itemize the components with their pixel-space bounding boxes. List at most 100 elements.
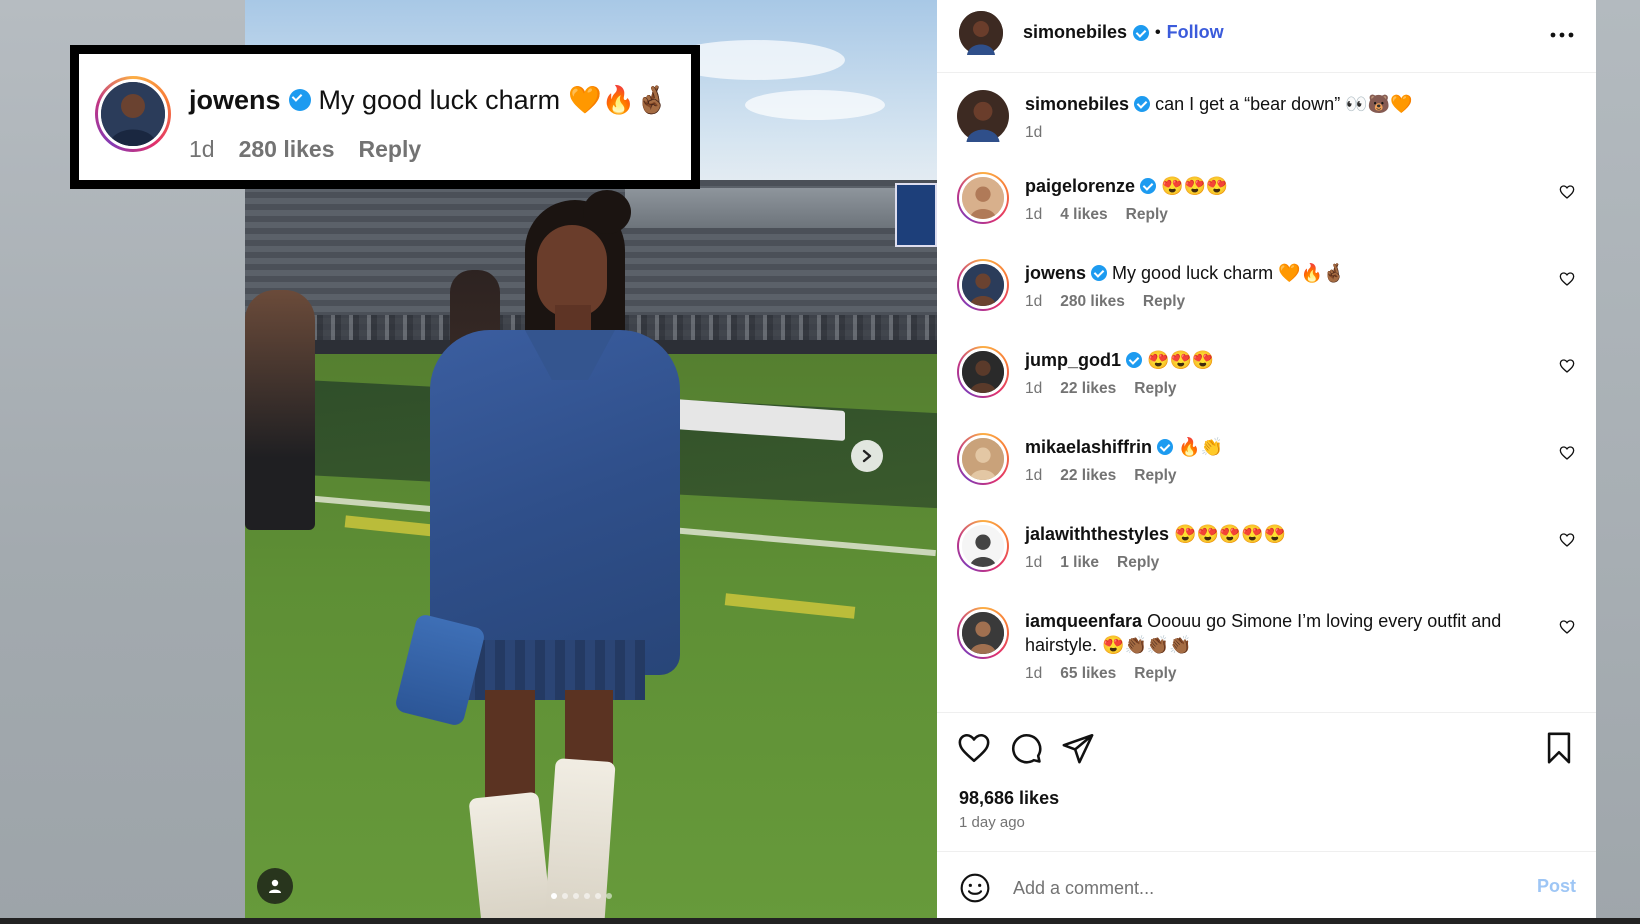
photo-subject-face: [537, 225, 607, 317]
caption-username[interactable]: simonebiles: [1025, 94, 1129, 114]
likes-count[interactable]: 98,686 likes: [959, 788, 1059, 809]
comment-like-button[interactable]: [1559, 271, 1575, 287]
comment-likes[interactable]: 1 like: [1060, 554, 1099, 572]
comment-reply-button[interactable]: Reply: [1134, 467, 1176, 485]
caption-text-block: simonebiles can I get a “bear down” 👀🐻🧡: [1025, 92, 1525, 116]
comment-username[interactable]: iamqueenfara: [1025, 611, 1142, 631]
bookmark-icon: [1547, 732, 1571, 764]
avatar-image: [98, 79, 168, 149]
emoji-icon: [960, 873, 990, 903]
comment-reply-button[interactable]: Reply: [1143, 293, 1185, 311]
avatar[interactable]: [957, 607, 1009, 659]
comment-time: 1d: [1025, 665, 1043, 682]
callout-meta: 1d 280 likes Reply: [189, 136, 421, 163]
avatar-image: [959, 522, 1007, 570]
post-comment-button[interactable]: Post: [1537, 876, 1576, 897]
callout-likes: 280 likes: [238, 136, 335, 162]
comment-text: 😍😍😍: [1147, 350, 1215, 370]
bottom-strip: [0, 918, 1640, 924]
comment-like-button[interactable]: [1559, 532, 1575, 548]
avatar[interactable]: [957, 172, 1009, 224]
avatar[interactable]: [957, 346, 1009, 398]
avatar[interactable]: [957, 520, 1009, 572]
person-avatar-icon: [962, 525, 1004, 567]
share-button[interactable]: [1061, 731, 1095, 765]
person-avatar-icon: [962, 612, 1004, 654]
next-slide-button[interactable]: [851, 440, 883, 472]
photo-subject-boot: [544, 758, 616, 924]
heart-icon: [1559, 446, 1575, 460]
comment-text-block: jump_god1 😍😍😍: [1025, 348, 1525, 372]
comment-username[interactable]: jowens: [1025, 263, 1086, 283]
comment-like-button[interactable]: [1559, 445, 1575, 461]
comment-like-button[interactable]: [1559, 184, 1575, 200]
share-icon: [1062, 733, 1094, 764]
highlighted-comment-callout: jowens My good luck charm 🧡🔥🤞🏾 1d 280 li…: [70, 45, 700, 189]
heart-icon: [1559, 620, 1575, 634]
comment-text-block: jowens My good luck charm 🧡🔥🤞🏾: [1025, 261, 1525, 285]
comment-time: 1d: [1025, 380, 1043, 397]
comment-time: 1d: [1025, 293, 1043, 310]
callout-comment-line: jowens My good luck charm 🧡🔥🤞🏾: [189, 84, 669, 116]
comment-username[interactable]: mikaelashiffrin: [1025, 437, 1152, 457]
comment-text: 😍😍😍: [1161, 176, 1229, 196]
comment-like-button[interactable]: [1559, 619, 1575, 635]
comment-likes[interactable]: 65 likes: [1060, 665, 1116, 683]
comment-likes[interactable]: 4 likes: [1060, 206, 1107, 224]
avatar-image: [959, 261, 1007, 309]
photo-stands-roof: [625, 188, 937, 228]
comment-time: 1d: [1025, 554, 1043, 571]
comment-button[interactable]: [1009, 731, 1043, 765]
comment-username[interactable]: paigelorenze: [1025, 176, 1135, 196]
like-button[interactable]: [957, 731, 991, 765]
callout-time: 1d: [189, 136, 215, 162]
carousel-indicator: [551, 893, 612, 899]
caption-time: 1d: [1025, 124, 1043, 141]
verified-badge-icon: [1157, 439, 1174, 455]
avatar-image: [959, 348, 1007, 396]
heart-icon: [1559, 185, 1575, 199]
comment-text-block: paigelorenze 😍😍😍: [1025, 174, 1525, 198]
avatar[interactable]: [957, 433, 1009, 485]
comment-username[interactable]: jalawiththestyles: [1025, 524, 1169, 544]
emoji-button[interactable]: [959, 872, 991, 904]
callout-emoji: 🧡🔥🤞🏾: [568, 85, 669, 115]
comment-text: 😍😍😍😍😍: [1174, 524, 1287, 544]
author-username[interactable]: simonebiles: [1023, 22, 1127, 43]
comment-meta: 1d 4 likes Reply: [1025, 206, 1168, 224]
comment-likes[interactable]: 22 likes: [1060, 380, 1116, 398]
verified-badge-icon: [1134, 96, 1151, 112]
more-options-button[interactable]: [1550, 18, 1574, 44]
comment-text-block: mikaelashiffrin 🔥👏: [1025, 435, 1525, 459]
comment-text-block: iamqueenfara Ooouu go Simone I’m loving …: [1025, 609, 1525, 657]
comment-time: 1d: [1025, 206, 1043, 223]
comment-likes[interactable]: 280 likes: [1060, 293, 1125, 311]
verified-badge-icon: [1091, 265, 1108, 281]
author-avatar[interactable]: [959, 11, 1003, 55]
comment-reply-button[interactable]: Reply: [1134, 380, 1176, 398]
post-header: simonebiles • Follow: [937, 0, 1596, 73]
post-author: simonebiles • Follow: [1023, 22, 1224, 43]
more-icon: [1550, 32, 1574, 38]
follow-button[interactable]: Follow: [1167, 22, 1224, 43]
comment-username[interactable]: jump_god1: [1025, 350, 1121, 370]
page-background-right: [1596, 0, 1640, 924]
avatar-image: [959, 435, 1007, 483]
comment-reply-button[interactable]: Reply: [1117, 554, 1159, 572]
comment-input[interactable]: [1011, 872, 1495, 904]
tagged-users-button[interactable]: [257, 868, 293, 904]
save-button[interactable]: [1542, 731, 1576, 765]
verified-badge-icon: [1126, 352, 1143, 368]
avatar[interactable]: [957, 90, 1009, 142]
comment-meta: 1d 1 like Reply: [1025, 554, 1159, 572]
post-actions: 98,686 likes 1 day ago Post: [937, 712, 1596, 923]
photo-subject-boot: [468, 791, 552, 924]
comment-text-block: jalawiththestyles 😍😍😍😍😍: [1025, 522, 1525, 546]
chevron-right-icon: [862, 449, 872, 463]
comment-reply-button[interactable]: Reply: [1126, 206, 1168, 224]
separator: •: [1155, 23, 1161, 41]
comment-likes[interactable]: 22 likes: [1060, 467, 1116, 485]
comment-reply-button[interactable]: Reply: [1134, 665, 1176, 683]
avatar[interactable]: [957, 259, 1009, 311]
comment-like-button[interactable]: [1559, 358, 1575, 374]
